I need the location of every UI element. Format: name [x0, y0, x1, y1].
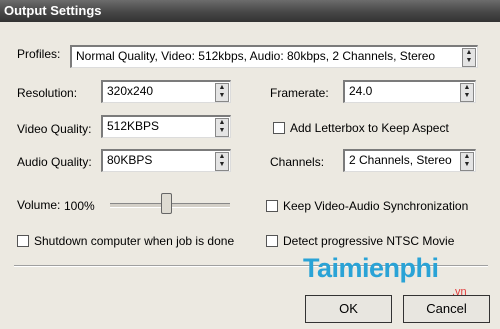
framerate-select-value: 24.0 — [349, 84, 373, 98]
sync-label: Keep Video-Audio Synchronization — [283, 199, 469, 213]
resolution-select-value: 320x240 — [107, 84, 154, 98]
audio-quality-label: Audio Quality: — [17, 155, 92, 169]
volume-label: Volume: — [17, 198, 61, 212]
ok-button[interactable]: OK — [305, 295, 392, 323]
volume-slider-thumb[interactable] — [161, 193, 172, 214]
resolution-dropdown-arrows-icon[interactable]: ▲ ▼ — [215, 83, 229, 102]
channels-label: Channels: — [270, 155, 325, 169]
video-quality-label: Video Quality: — [17, 122, 92, 136]
audio-quality-select[interactable]: 80KBPS ▲ ▼ — [101, 149, 231, 172]
letterbox-checkbox[interactable] — [273, 122, 285, 134]
video-quality-select-value: 512KBPS — [107, 119, 160, 133]
channels-select-value: 2 Channels, Stereo — [349, 153, 452, 167]
framerate-label: Framerate: — [270, 86, 329, 100]
dialog-titlebar: Output Settings — [0, 0, 500, 22]
framerate-dropdown-arrows-icon[interactable]: ▲ ▼ — [460, 83, 474, 102]
cancel-button[interactable]: Cancel — [403, 295, 490, 323]
video-quality-dropdown-arrows-icon[interactable]: ▲ ▼ — [215, 118, 229, 137]
output-settings-dialog: Output Settings Profiles: Normal Quality… — [0, 0, 500, 329]
letterbox-label: Add Letterbox to Keep Aspect — [290, 121, 449, 135]
taimienphi-logo: Taimienphi — [303, 253, 439, 283]
audio-quality-dropdown-arrows-icon[interactable]: ▲ ▼ — [215, 152, 229, 171]
profiles-label: Profiles: — [17, 47, 61, 61]
channels-select[interactable]: 2 Channels, Stereo ▲ ▼ — [343, 149, 476, 172]
profile-select[interactable]: Normal Quality, Video: 512kbps, Audio: 8… — [70, 45, 478, 68]
ntsc-checkbox[interactable] — [266, 235, 278, 247]
shutdown-checkbox[interactable] — [17, 235, 29, 247]
volume-value: 100% — [64, 199, 95, 213]
resolution-select[interactable]: 320x240 ▲ ▼ — [101, 80, 231, 103]
profile-dropdown-arrows-icon[interactable]: ▲ ▼ — [462, 48, 476, 67]
ntsc-label: Detect progressive NTSC Movie — [283, 234, 455, 248]
resolution-label: Resolution: — [17, 86, 78, 100]
channels-dropdown-arrows-icon[interactable]: ▲ ▼ — [460, 152, 474, 171]
framerate-select[interactable]: 24.0 ▲ ▼ — [343, 80, 476, 103]
sync-checkbox[interactable] — [266, 200, 278, 212]
shutdown-label: Shutdown computer when job is done — [34, 234, 235, 248]
video-quality-select[interactable]: 512KBPS ▲ ▼ — [101, 115, 231, 138]
audio-quality-select-value: 80KBPS — [107, 153, 153, 167]
profile-select-value: Normal Quality, Video: 512kbps, Audio: 8… — [76, 49, 436, 63]
